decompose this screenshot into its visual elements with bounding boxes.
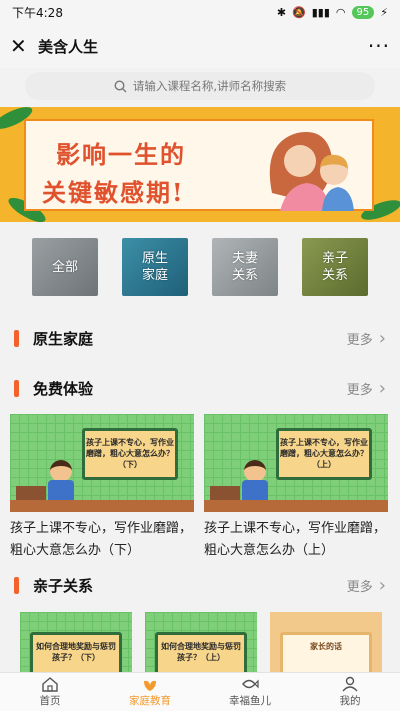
category-row: 全部 原生 家庭 夫妻 关系 亲子 关系 bbox=[0, 238, 400, 298]
banner-headline-1: 影响一生的 bbox=[56, 140, 186, 169]
category-parent-child[interactable]: 亲子 关系 bbox=[302, 238, 368, 296]
tab-label: 首页 bbox=[39, 695, 61, 707]
chevron-right-icon: › bbox=[378, 574, 386, 596]
tab-label: 幸福鱼儿 bbox=[229, 695, 271, 707]
leaf-icon bbox=[144, 680, 156, 691]
category-original-family[interactable]: 原生 家庭 bbox=[122, 238, 188, 296]
mute-icon: 🔕 bbox=[292, 5, 306, 19]
more-options-icon[interactable]: ··· bbox=[368, 34, 390, 58]
chevron-right-icon: › bbox=[378, 377, 386, 399]
course-thumbnail: 孩子上课不专心，写作业磨蹭，粗心大意怎么办？（上） bbox=[204, 414, 388, 512]
more-link[interactable]: 更多 › bbox=[347, 378, 386, 399]
status-bar: 下午4:28 ✱ 🔕 ▮▮▮ ◠ 95 ⚡ bbox=[0, 0, 400, 24]
section-title: 免费体验 bbox=[33, 379, 94, 398]
course-card[interactable]: 家长的话 bbox=[270, 612, 382, 672]
close-icon[interactable]: ✕ bbox=[10, 34, 32, 58]
more-link[interactable]: 更多 › bbox=[347, 328, 386, 349]
user-icon bbox=[342, 676, 358, 692]
tab-home[interactable]: 首页 bbox=[0, 673, 100, 711]
category-label: 全部 bbox=[51, 259, 78, 275]
wifi-icon: ◠ bbox=[335, 5, 346, 19]
section-accent-bar bbox=[14, 329, 19, 347]
section-title: 原生家庭 bbox=[33, 329, 94, 348]
course-card[interactable]: 孩子上课不专心，写作业磨蹭，粗心大意怎么办？（下） 孩子上课不专心，写作业磨蹭，… bbox=[10, 414, 194, 562]
category-couple[interactable]: 夫妻 关系 bbox=[212, 238, 278, 296]
thumbnail-board-text: 家长的话 bbox=[280, 632, 372, 672]
thumbnail-board-text: 孩子上课不专心，写作业磨蹭，粗心大意怎么办？（上） bbox=[276, 428, 372, 480]
course-card[interactable]: 如何合理地奖励与惩罚孩子？（下） bbox=[20, 612, 132, 672]
section-original-family: 原生家庭 更多 › bbox=[0, 323, 400, 353]
category-label: 夫妻 关系 bbox=[231, 251, 258, 283]
thumbnail-board-text: 如何合理地奖励与惩罚孩子？（上） bbox=[155, 632, 247, 672]
bluetooth-icon: ✱ bbox=[276, 5, 287, 19]
section-accent-bar bbox=[14, 379, 19, 397]
tab-mine[interactable]: 我的 bbox=[300, 673, 400, 711]
thumbnail-board-text: 孩子上课不专心，写作业磨蹭，粗心大意怎么办？（下） bbox=[82, 428, 178, 480]
bottom-tab-bar: 首页 家庭教育 幸福鱼儿 我的 bbox=[0, 672, 400, 711]
banner-headline-2: 关键敏感期! bbox=[42, 178, 185, 207]
tab-label: 我的 bbox=[339, 695, 361, 707]
fish-icon bbox=[242, 679, 259, 689]
promo-banner[interactable]: 影响一生的 关键敏感期! bbox=[0, 107, 400, 222]
page-title: 美含人生 bbox=[38, 37, 99, 56]
mother-child-illustration bbox=[269, 132, 354, 211]
banner-card: 影响一生的 关键敏感期! bbox=[24, 119, 374, 211]
tab-family-education[interactable]: 家庭教育 bbox=[100, 673, 200, 711]
category-label: 亲子 关系 bbox=[321, 251, 348, 283]
title-bar: ✕ 美含人生 ··· bbox=[0, 24, 400, 68]
search-placeholder: 请输入课程名称,讲师名称搜索 bbox=[132, 79, 287, 93]
section-accent-bar bbox=[14, 576, 19, 594]
thumbnail-board-text: 如何合理地奖励与惩罚孩子？（下） bbox=[30, 632, 122, 672]
course-card[interactable]: 孩子上课不专心，写作业磨蹭，粗心大意怎么办？（上） 孩子上课不专心，写作业磨蹭，… bbox=[204, 414, 388, 562]
course-thumbnail: 孩子上课不专心，写作业磨蹭，粗心大意怎么办？（下） bbox=[10, 414, 194, 512]
charging-icon: ⚡ bbox=[380, 5, 388, 19]
search-icon bbox=[114, 79, 127, 92]
section-parent-child: 亲子关系 更多 › bbox=[0, 570, 400, 600]
chevron-right-icon: › bbox=[378, 327, 386, 349]
category-label: 原生 家庭 bbox=[141, 251, 168, 283]
battery-indicator: 95 bbox=[351, 5, 375, 19]
home-icon bbox=[42, 677, 58, 692]
course-card[interactable]: 如何合理地奖励与惩罚孩子？（上） bbox=[145, 612, 257, 672]
more-link[interactable]: 更多 › bbox=[347, 575, 386, 596]
status-icons: ✱ 🔕 ▮▮▮ ◠ 95 ⚡ bbox=[276, 5, 388, 19]
tab-happy-fish[interactable]: 幸福鱼儿 bbox=[200, 673, 300, 711]
category-all[interactable]: 全部 bbox=[32, 238, 98, 296]
signal-icon: ▮▮▮ bbox=[311, 5, 330, 19]
tab-label: 家庭教育 bbox=[129, 695, 171, 707]
course-title: 孩子上课不专心，写作业磨蹭，粗心大意怎么办（上） bbox=[204, 521, 387, 558]
section-title: 亲子关系 bbox=[33, 576, 94, 595]
search-input[interactable]: 请输入课程名称,讲师名称搜索 bbox=[25, 72, 375, 100]
section-free-trial: 免费体验 更多 › bbox=[0, 373, 400, 403]
course-title: 孩子上课不专心，写作业磨蹭，粗心大意怎么办（下） bbox=[10, 521, 193, 558]
status-time: 下午4:28 bbox=[12, 5, 63, 20]
